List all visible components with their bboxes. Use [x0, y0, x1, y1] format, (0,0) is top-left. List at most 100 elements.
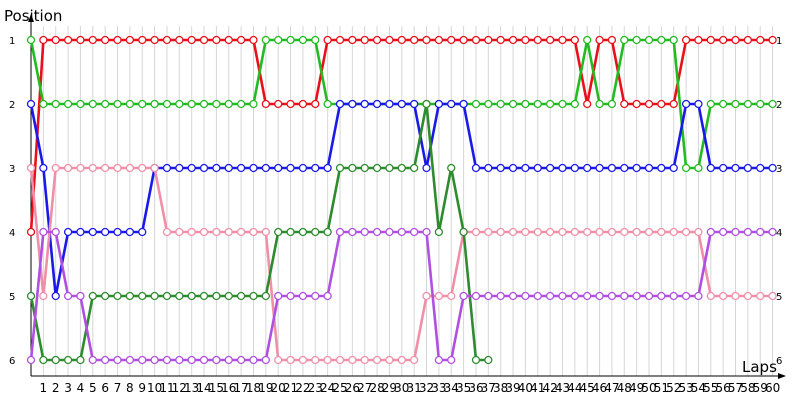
data-point [620, 163, 629, 173]
data-point [595, 227, 604, 237]
data-point [397, 163, 406, 173]
data-point [632, 227, 641, 237]
data-point [26, 227, 36, 237]
data-point [410, 355, 419, 365]
y-tick-label: 6 [9, 356, 15, 367]
data-point [249, 99, 258, 109]
data-point [360, 35, 369, 45]
data-point [125, 291, 135, 301]
data-point [545, 291, 555, 301]
data-point [26, 35, 36, 45]
data-point [51, 227, 60, 237]
data-point [249, 355, 258, 365]
y-tick-label: 1 [9, 36, 15, 47]
data-point [274, 99, 283, 109]
data-point [76, 99, 85, 109]
data-point [669, 99, 678, 109]
data-point [175, 227, 184, 237]
data-point [644, 35, 654, 45]
data-point [113, 291, 122, 301]
data-point [175, 291, 184, 301]
data-point [496, 35, 505, 45]
data-point [731, 35, 740, 45]
data-point [484, 355, 493, 365]
data-point [545, 227, 555, 237]
data-point [521, 35, 530, 45]
data-point [743, 99, 753, 109]
data-point [138, 355, 147, 365]
data-point [236, 355, 246, 365]
data-point [632, 99, 641, 109]
data-point [101, 291, 110, 301]
data-point [570, 291, 579, 301]
data-point [484, 35, 493, 45]
data-point [162, 355, 172, 365]
data-point [397, 99, 406, 109]
data-point [150, 163, 159, 173]
data-point [348, 35, 357, 45]
data-point [187, 163, 196, 173]
data-point [125, 163, 135, 173]
data-point [286, 163, 295, 173]
data-point [471, 291, 481, 301]
data-point [545, 35, 555, 45]
y-tick-labels-right: 1 2 3 4 5 6 [776, 36, 782, 367]
data-point [101, 163, 110, 173]
data-point [199, 163, 209, 173]
data-point [533, 227, 542, 237]
data-point [138, 163, 147, 173]
data-point [76, 355, 85, 365]
data-point [26, 163, 36, 173]
data-point [236, 227, 246, 237]
data-point [410, 163, 419, 173]
data-point [150, 99, 159, 109]
data-point [348, 227, 357, 237]
data-point [360, 227, 369, 237]
data-point [261, 99, 270, 109]
data-point [496, 99, 505, 109]
data-point [26, 291, 36, 301]
data-point [410, 99, 419, 109]
data-point [397, 355, 406, 365]
x-tick-label: 7 [114, 381, 122, 395]
data-point [719, 99, 728, 109]
data-point [175, 163, 184, 173]
data-point [224, 227, 233, 237]
data-point [570, 35, 579, 45]
data-point [558, 35, 567, 45]
data-point [224, 163, 233, 173]
data-point [743, 163, 753, 173]
data-point [224, 35, 233, 45]
data-point [335, 355, 345, 365]
data-point [261, 35, 270, 45]
data-point [706, 163, 715, 173]
data-point [607, 227, 617, 237]
data-point [261, 355, 270, 365]
data-point [274, 227, 283, 237]
x-axis-label: Laps [742, 358, 777, 376]
data-point [175, 99, 184, 109]
data-point [583, 35, 592, 45]
data-point [583, 163, 592, 173]
data-point [113, 163, 122, 173]
x-tick-label: 1 [40, 381, 48, 395]
data-point [63, 227, 73, 237]
data-point [175, 355, 184, 365]
axes [28, 14, 786, 379]
data-point [372, 227, 382, 237]
y-tick-label: 4 [9, 228, 15, 239]
data-point [484, 99, 493, 109]
data-point [422, 291, 431, 301]
data-point [694, 99, 703, 109]
data-point [422, 99, 431, 109]
data-point [385, 355, 394, 365]
data-point [39, 227, 48, 237]
data-point [471, 99, 481, 109]
data-point [311, 99, 320, 109]
data-point [508, 99, 518, 109]
data-point [88, 163, 97, 173]
data-point [644, 227, 654, 237]
data-point [681, 227, 691, 237]
data-point [508, 163, 518, 173]
data-point [669, 35, 678, 45]
